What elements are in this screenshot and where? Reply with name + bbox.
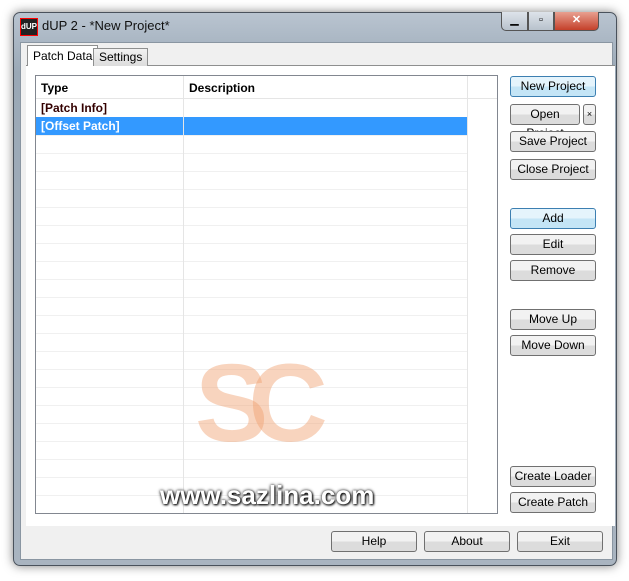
close-button[interactable]: ✕ — [554, 12, 599, 31]
table-row[interactable] — [36, 225, 467, 244]
about-button[interactable]: About — [424, 531, 510, 552]
maximize-button[interactable]: ▫ — [528, 12, 554, 31]
remove-button[interactable]: Remove — [510, 260, 596, 281]
table-row[interactable] — [36, 207, 467, 226]
tab-patch-data[interactable]: Patch Data — [27, 45, 99, 66]
new-project-button[interactable]: New Project — [510, 76, 596, 97]
list-header: Type Description — [36, 76, 497, 99]
exit-button[interactable]: Exit — [517, 531, 603, 552]
save-project-button[interactable]: Save Project — [510, 131, 596, 152]
table-row[interactable] — [36, 171, 467, 190]
close-project-button[interactable]: Close Project — [510, 159, 596, 180]
table-row[interactable] — [36, 261, 467, 280]
table-row[interactable] — [36, 297, 467, 316]
column-type[interactable]: Type — [41, 81, 68, 95]
tab-settings[interactable]: Settings — [93, 48, 149, 66]
cell-type: [Offset Patch] — [41, 119, 120, 133]
watermark-logo: SC — [195, 342, 328, 465]
create-loader-button[interactable]: Create Loader — [510, 466, 596, 487]
table-row[interactable] — [36, 135, 467, 154]
app-icon: dUP — [20, 18, 38, 36]
window-title: dUP 2 - *New Project* — [42, 18, 170, 33]
open-project-button[interactable]: Open Project — [510, 104, 580, 140]
create-patch-button[interactable]: Create Patch — [510, 492, 596, 513]
cell-type: [Patch Info] — [41, 101, 107, 115]
edit-button[interactable]: Edit — [510, 234, 596, 255]
table-row[interactable] — [36, 243, 467, 262]
table-row[interactable] — [36, 279, 467, 298]
table-row[interactable] — [36, 153, 467, 172]
add-button[interactable]: Add — [510, 208, 596, 229]
table-row[interactable] — [36, 189, 467, 208]
watermark-text: www.sazlina.com — [160, 480, 375, 510]
column-description[interactable]: Description — [189, 81, 255, 95]
table-row[interactable]: [Offset Patch] — [36, 117, 467, 136]
table-row[interactable]: [Patch Info] — [36, 99, 467, 118]
window-controls: ▁ ▫ ✕ — [501, 12, 599, 31]
open-recent-button[interactable]: × — [583, 104, 596, 125]
move-up-button[interactable]: Move Up — [510, 309, 596, 330]
help-button[interactable]: Help — [331, 531, 417, 552]
move-down-button[interactable]: Move Down — [510, 335, 596, 356]
table-row[interactable] — [36, 315, 467, 334]
minimize-button[interactable]: ▁ — [501, 12, 528, 31]
